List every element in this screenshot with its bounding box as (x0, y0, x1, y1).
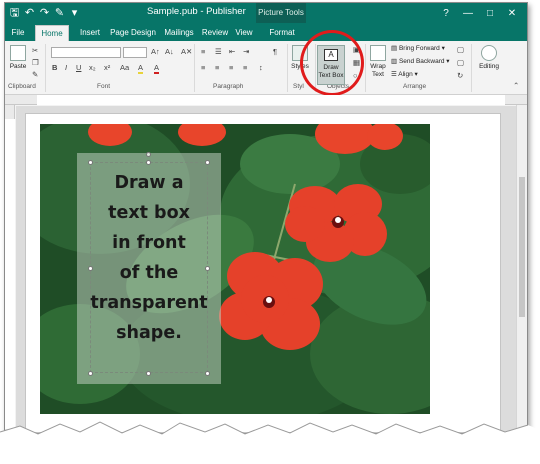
send-backward-button[interactable]: ▥ Send Backward ▾ (391, 57, 450, 67)
resize-handle[interactable] (146, 160, 151, 165)
scrollbar-thumb[interactable] (519, 177, 525, 317)
document-title: Sample.pub - Publisher (147, 6, 246, 17)
wrap-text-icon (370, 45, 386, 61)
tab-insert[interactable]: Insert (73, 25, 107, 41)
paste-button[interactable]: Paste (8, 45, 28, 71)
text-box-content[interactable]: Draw a text box in front of the transpar… (77, 168, 221, 348)
align-right-icon[interactable]: ≡ (229, 63, 233, 72)
save-icon[interactable]: 🖫 (9, 5, 20, 21)
bold-button[interactable]: B (52, 63, 57, 72)
resize-handle[interactable] (205, 371, 210, 376)
decrease-indent-icon[interactable]: ⇤ (229, 47, 235, 56)
paragraph-group-label: Paragraph (213, 83, 244, 90)
subscript-button[interactable]: x₂ (89, 63, 96, 72)
tab-file[interactable]: File (7, 25, 29, 41)
cut-icon[interactable]: ✂ (32, 46, 38, 55)
quick-access-toolbar: 🖫 ↶ ↷ ✎ ▾ (9, 5, 80, 21)
send-backward-label: Send Backward (398, 58, 445, 65)
numbering-icon[interactable]: ☰ (215, 47, 222, 56)
justify-icon[interactable]: ≡ (243, 63, 247, 72)
underline-button[interactable]: U (76, 63, 81, 72)
rotate-handle[interactable] (146, 152, 151, 157)
ungroup-icon[interactable]: ▢ (457, 58, 464, 67)
grow-font-icon[interactable]: A↑ (151, 47, 160, 56)
collapse-ribbon-icon[interactable]: ⌃ (513, 81, 519, 90)
separator (471, 44, 472, 92)
wrap-text-button[interactable]: Wrap Text (367, 45, 389, 79)
customize-icon[interactable]: ▾ (69, 5, 80, 21)
help-icon[interactable]: ? (435, 8, 457, 19)
copy-icon[interactable]: ❐ (32, 58, 39, 67)
increase-indent-icon[interactable]: ⇥ (243, 47, 249, 56)
align-left-icon[interactable]: ≡ (201, 63, 205, 72)
wrap-text-label-1: Wrap (370, 63, 386, 70)
undo-icon[interactable]: ↶ (24, 5, 35, 21)
group-icon[interactable]: ▢ (457, 45, 464, 54)
align-button[interactable]: ☰ Align ▾ (391, 70, 418, 80)
align-center-icon[interactable]: ≡ (215, 63, 219, 72)
tab-mailings[interactable]: Mailings (160, 25, 198, 41)
separator (194, 44, 195, 92)
editing-button[interactable]: Editing (475, 45, 503, 71)
vertical-ruler[interactable] (5, 105, 15, 433)
paste-icon (10, 45, 26, 61)
redo-icon[interactable]: ↷ (39, 5, 50, 21)
font-size-combo[interactable] (123, 47, 147, 58)
window-controls: ? — □ ✕ (435, 3, 523, 23)
highlight-circle (300, 30, 364, 96)
rotate-icon[interactable]: ↻ (457, 71, 463, 80)
change-case-button[interactable]: Aa (120, 63, 129, 72)
styles-group-label: Styl (293, 83, 304, 90)
tab-view[interactable]: View (232, 25, 256, 41)
line-spacing-icon[interactable]: ↕ (259, 63, 263, 72)
ribbon-tabs: File Home Insert Page Design Mailings Re… (5, 23, 527, 41)
ruler-page-area (5, 119, 15, 429)
clipboard-group-label: Clipboard (8, 83, 36, 90)
font-name-combo[interactable] (51, 47, 121, 58)
search-icon (481, 45, 497, 61)
resize-handle[interactable] (205, 160, 210, 165)
resize-handle[interactable] (146, 371, 151, 376)
minimize-icon[interactable]: — (457, 8, 479, 19)
format-painter-ribbon-icon[interactable]: ✎ (32, 70, 38, 79)
font-group-label: Font (97, 83, 111, 90)
separator (287, 44, 288, 92)
vertical-scrollbar[interactable] (516, 105, 527, 433)
ribbon: Paste ✂ ❐ ✎ Clipboard A↑ A↓ A✕ B I U x₂ … (5, 41, 527, 95)
bullets-icon[interactable]: ≡ (201, 47, 205, 56)
clear-formatting-icon[interactable]: A✕ (181, 47, 192, 56)
resize-handle[interactable] (88, 160, 93, 165)
superscript-button[interactable]: x² (104, 63, 110, 72)
title-bar: 🖫 ↶ ↷ ✎ ▾ Sample.pub - Publisher Picture… (5, 3, 527, 23)
editing-label: Editing (479, 63, 499, 70)
maximize-icon[interactable]: □ (479, 8, 501, 19)
wrap-text-label-2: Text (372, 71, 384, 78)
shrink-font-icon[interactable]: A↓ (165, 47, 174, 56)
separator (365, 44, 366, 92)
close-icon[interactable]: ✕ (501, 8, 523, 19)
paste-label: Paste (9, 63, 27, 70)
arrange-group-label: Arrange (403, 83, 427, 90)
format-painter-icon[interactable]: ✎ (54, 5, 65, 21)
tab-format[interactable]: Format (263, 25, 301, 41)
torn-edge (0, 421, 540, 464)
pilcrow-button[interactable]: ¶ (273, 47, 277, 56)
tab-review[interactable]: Review (200, 25, 230, 41)
bring-forward-button[interactable]: ▤ Bring Forward ▾ (391, 44, 445, 54)
tab-page-design[interactable]: Page Design (108, 25, 158, 41)
align-label: Align (398, 71, 413, 78)
italic-button[interactable]: I (65, 63, 67, 72)
tab-home[interactable]: Home (35, 25, 69, 41)
picture-tools-context: Picture Tools (256, 3, 306, 23)
horizontal-ruler[interactable] (5, 95, 527, 105)
ruler-page-area (37, 95, 505, 105)
bring-forward-label: Bring Forward (398, 45, 440, 52)
font-color-button[interactable]: A (154, 63, 160, 74)
resize-handle[interactable] (88, 371, 93, 376)
highlight-button[interactable]: A (138, 63, 144, 74)
separator (45, 44, 46, 92)
